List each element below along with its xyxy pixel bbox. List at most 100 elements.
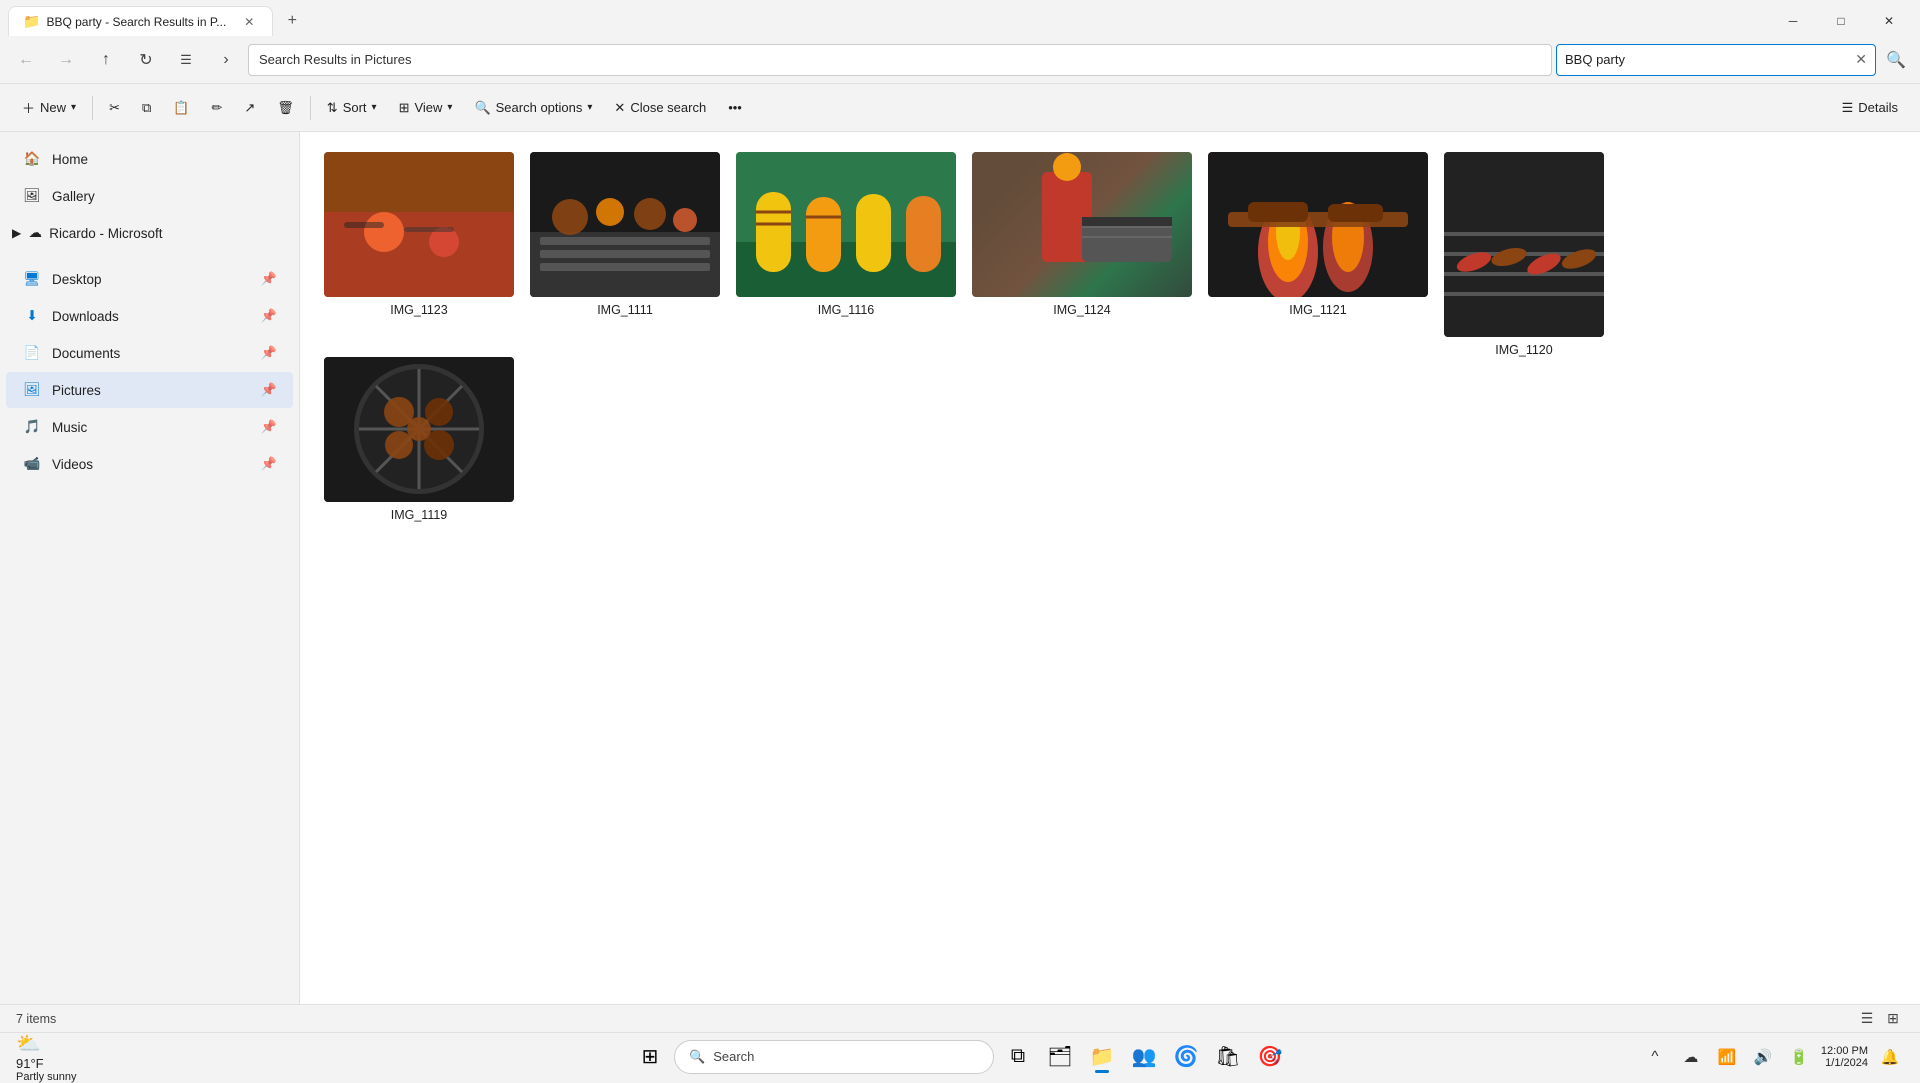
thumb-img-img1111 (530, 152, 720, 297)
expand-button[interactable]: ☰ (168, 42, 204, 78)
battery-icon[interactable]: 🔋 (1785, 1043, 1813, 1071)
thumb-svg-4 (972, 152, 1192, 297)
extra-app-button[interactable]: 🎯 (1252, 1039, 1288, 1075)
start-button[interactable]: ⊞ (632, 1039, 668, 1075)
sidebar-item-downloads[interactable]: ⬇ Downloads 📌 (6, 298, 293, 334)
taskbar-search-box[interactable]: 🔍 Search (674, 1040, 994, 1074)
up-button[interactable]: ↑ (88, 42, 124, 78)
search-icon: 🔍 (1886, 50, 1906, 70)
start-icon: ⊞ (642, 1044, 659, 1069)
cut-button[interactable]: ✂ (99, 90, 130, 126)
cut-icon: ✂ (109, 100, 120, 116)
widgets-button[interactable]: 🗂 (1042, 1039, 1078, 1075)
forward-button[interactable]: → (48, 42, 84, 78)
search-options-label: Search options (496, 100, 583, 115)
sort-button[interactable]: ⇅ Sort ▾ (317, 90, 387, 126)
sidebar-item-videos[interactable]: 📹 Videos 📌 (6, 446, 293, 482)
new-dropdown-icon: ▾ (71, 102, 76, 113)
minimize-button[interactable]: ─ (1770, 5, 1816, 37)
breadcrumb-text: Search Results in Pictures (259, 52, 411, 67)
search-input[interactable] (1565, 52, 1849, 67)
refresh-icon: ↻ (139, 50, 152, 70)
thumb-item-img1124[interactable]: IMG_1124 (972, 152, 1192, 357)
sidebar-item-pictures[interactable]: 🖼 Pictures 📌 (6, 372, 293, 408)
view-grid-icon[interactable]: ⊞ (1882, 1008, 1904, 1030)
view-dropdown-icon: ▾ (447, 102, 452, 113)
thumb-img-img1121 (1208, 152, 1428, 297)
weather-desc: Partly sunny (16, 1071, 96, 1083)
rename-button[interactable]: ✏ (201, 90, 232, 126)
chevron-right-icon: › (223, 51, 228, 69)
back-button[interactable]: ← (8, 42, 44, 78)
notification-button[interactable]: 🔔 (1876, 1043, 1904, 1071)
thumb-svg-7 (324, 357, 514, 502)
file-explorer-taskbar-button[interactable]: 📁 (1084, 1039, 1120, 1075)
close-search-button[interactable]: ✕ Close search (604, 90, 716, 126)
gallery-icon: 🖼 (22, 186, 42, 206)
status-bar: 7 items ☰ ⊞ (0, 1004, 1920, 1032)
thumb-img-img1116 (736, 152, 956, 297)
thumb-svg-3 (736, 152, 956, 297)
store-taskbar-icon: 🛍 (1215, 1044, 1240, 1069)
expand-icon: ☰ (180, 52, 192, 68)
sidebar-item-home[interactable]: 🏠 Home (6, 141, 293, 177)
thumb-item-img1119[interactable]: IMG_1119 (324, 357, 514, 522)
cloud-icon[interactable]: ☁ (1677, 1043, 1705, 1071)
sidebar-item-desktop[interactable]: 🖥 Desktop 📌 (6, 261, 293, 297)
sidebar-item-pictures-label: Pictures (52, 383, 101, 398)
delete-button[interactable]: 🗑 (267, 90, 304, 126)
new-button[interactable]: ＋ New ▾ (12, 90, 86, 126)
task-view-icon: ⧉ (1011, 1045, 1025, 1068)
sidebar-item-gallery-label: Gallery (52, 189, 95, 204)
search-clear-button[interactable]: ✕ (1855, 51, 1867, 68)
volume-icon[interactable]: 🔊 (1749, 1043, 1777, 1071)
task-view-button[interactable]: ⧉ (1000, 1039, 1036, 1075)
maximize-button[interactable]: □ (1818, 5, 1864, 37)
search-box[interactable]: ✕ (1556, 44, 1876, 76)
sidebar-group-ricardo[interactable]: ▶ ☁ Ricardo - Microsoft (6, 215, 293, 251)
chevron-up-button[interactable]: ^ (1641, 1043, 1669, 1071)
thumb-label-img1119: IMG_1119 (391, 508, 448, 522)
search-submit-button[interactable]: 🔍 (1880, 44, 1912, 76)
share-button[interactable]: ↗ (234, 90, 265, 126)
taskbar-center: ⊞ 🔍 Search ⧉ 🗂 📁 👥 🌀 🛍 🎯 (632, 1039, 1288, 1075)
pictures-icon: 🖼 (22, 380, 42, 400)
breadcrumb[interactable]: Search Results in Pictures (248, 44, 1552, 76)
sidebar-item-gallery[interactable]: 🖼 Gallery (6, 178, 293, 214)
thumb-label-img1120: IMG_1120 (1495, 343, 1552, 357)
network-icon[interactable]: 📶 (1713, 1043, 1741, 1071)
thumb-item-img1111[interactable]: IMG_1111 (530, 152, 720, 357)
chevron-button[interactable]: › (208, 42, 244, 78)
view-list-icon[interactable]: ☰ (1856, 1008, 1878, 1030)
store-taskbar-button[interactable]: 🛍 (1210, 1039, 1246, 1075)
search-options-button[interactable]: 🔍 Search options ▾ (464, 90, 602, 126)
close-button[interactable]: ✕ (1866, 5, 1912, 37)
close-search-icon: ✕ (614, 100, 625, 116)
sidebar-item-documents[interactable]: 📄 Documents 📌 (6, 335, 293, 371)
thumb-item-img1116[interactable]: IMG_1116 (736, 152, 956, 357)
search-options-dropdown-icon: ▾ (587, 102, 592, 113)
tab-close-button[interactable]: ✕ (240, 13, 258, 31)
refresh-button[interactable]: ↻ (128, 42, 164, 78)
sidebar-item-home-label: Home (52, 152, 88, 167)
sidebar-item-music[interactable]: 🎵 Music 📌 (6, 409, 293, 445)
thumb-item-img1120[interactable]: IMG_1120 (1444, 152, 1604, 357)
weather-widget[interactable]: ⛅ 91°F Partly sunny (16, 1031, 96, 1083)
new-tab-button[interactable]: + (277, 6, 307, 36)
toolbar-sep-1 (92, 96, 93, 120)
browser-taskbar-button[interactable]: 🌀 (1168, 1039, 1204, 1075)
copy-icon: ⧉ (142, 100, 151, 116)
paste-button[interactable]: 📋 (163, 90, 199, 126)
view-button[interactable]: ⊞ View ▾ (389, 90, 463, 126)
more-button[interactable]: ••• (718, 90, 752, 126)
videos-pin-icon: 📌 (261, 456, 277, 472)
up-icon: ↑ (102, 51, 110, 69)
copy-button[interactable]: ⧉ (132, 90, 161, 126)
explorer-tab[interactable]: 📁 BBQ party - Search Results in P... ✕ (8, 6, 273, 37)
details-button[interactable]: ☰ Details (1832, 90, 1908, 126)
teams-taskbar-button[interactable]: 👥 (1126, 1039, 1162, 1075)
thumb-item-img1123[interactable]: IMG_1123 (324, 152, 514, 357)
forward-icon: → (58, 51, 74, 69)
thumb-item-img1121[interactable]: IMG_1121 (1208, 152, 1428, 357)
system-clock[interactable]: 12:00 PM 1/1/2024 (1821, 1045, 1868, 1069)
